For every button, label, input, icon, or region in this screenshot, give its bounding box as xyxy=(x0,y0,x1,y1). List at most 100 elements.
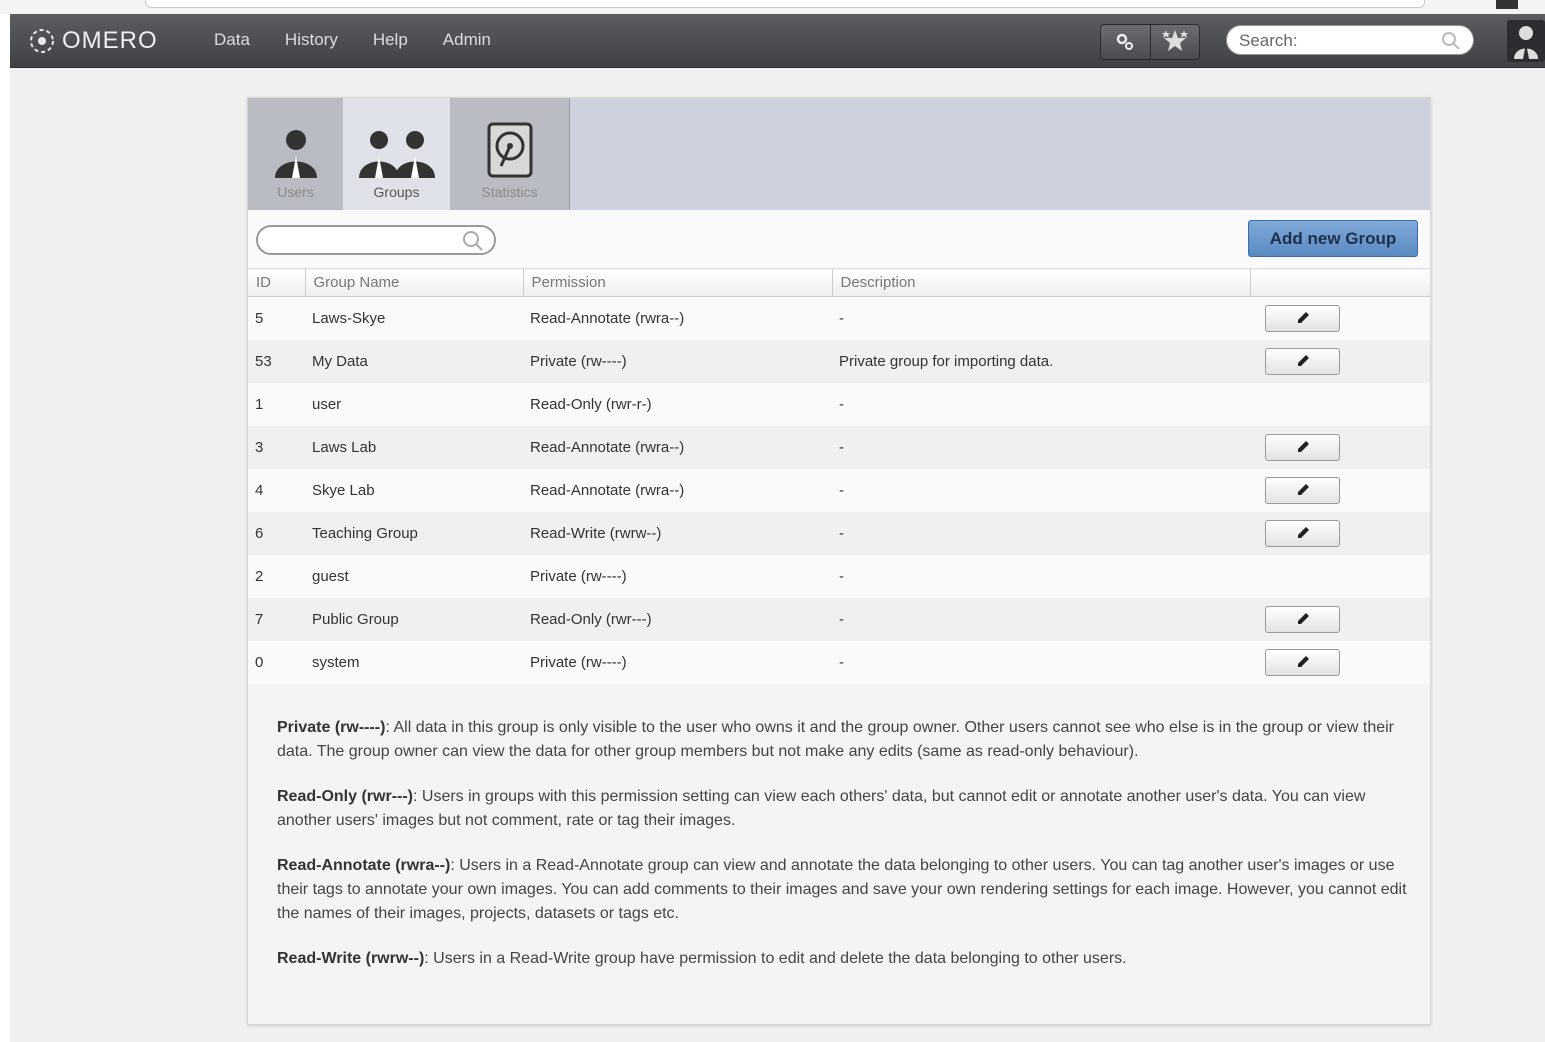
table-row[interactable]: 5 Laws-Skye Read-Annotate (rwra--) - xyxy=(248,296,1430,340)
nav-help[interactable]: Help xyxy=(373,30,408,50)
edit-group-button[interactable] xyxy=(1265,347,1340,375)
group-filter-input[interactable] xyxy=(268,230,462,252)
tab-groups-label: Groups xyxy=(373,184,420,200)
edit-group-button[interactable] xyxy=(1265,476,1340,504)
header-tools xyxy=(1100,24,1200,60)
scripts-button[interactable] xyxy=(1101,25,1151,59)
table-row[interactable]: 53 My Data Private (rw----) Private group f… xyxy=(248,339,1430,383)
cell-actions xyxy=(1250,640,1430,684)
cell-group-name: My Data xyxy=(305,339,523,383)
table-row[interactable]: 6 Teaching Group Read-Write (rwrw--) - xyxy=(248,511,1430,555)
legend-term: Read-Annotate (rwra--) xyxy=(277,857,451,874)
cell-group-name: Public Group xyxy=(305,597,523,641)
cell-permission: Read-Only (rwr-r-) xyxy=(523,382,832,426)
table-row[interactable]: 2 guest Private (rw----) - xyxy=(248,554,1430,598)
add-new-group-button[interactable]: Add new Group xyxy=(1248,220,1418,257)
cell-description: - xyxy=(832,597,1250,641)
user-icon xyxy=(274,130,317,178)
table-row[interactable]: 0 system Private (rw----) - xyxy=(248,640,1430,684)
cell-description: Private group for importing data. xyxy=(832,339,1250,383)
cell-permission: Private (rw----) xyxy=(523,554,832,598)
user-avatar[interactable] xyxy=(1507,20,1545,62)
omero-logo[interactable]: OMERO xyxy=(28,26,158,56)
cell-permission: Read-Annotate (rwra--) xyxy=(523,296,832,340)
cell-group-name: user xyxy=(305,382,523,426)
cell-actions xyxy=(1250,554,1430,598)
cell-actions xyxy=(1250,597,1430,641)
tab-users-label: Users xyxy=(277,184,314,200)
cell-description: - xyxy=(832,296,1250,340)
edit-group-button[interactable] xyxy=(1265,648,1340,676)
hard-drive-icon xyxy=(487,122,532,178)
cell-permission: Private (rw----) xyxy=(523,339,832,383)
column-group-name[interactable]: Group Name xyxy=(305,268,524,297)
cell-group-name: Skye Lab xyxy=(305,468,523,512)
cell-group-name: Laws-Skye xyxy=(305,296,523,340)
tab-groups[interactable]: Groups xyxy=(343,98,450,210)
cell-permission: Private (rw----) xyxy=(523,640,832,684)
cell-id: 7 xyxy=(248,597,305,641)
browser-bar xyxy=(145,0,1425,8)
omero-logo-icon xyxy=(30,29,54,53)
admin-tabs: Users Groups Statistics xyxy=(248,98,570,210)
cell-permission: Read-Annotate (rwra--) xyxy=(523,468,832,512)
legend-text: : All data in this group is only visible… xyxy=(277,719,1395,760)
search-icon[interactable] xyxy=(1441,31,1461,56)
column-id[interactable]: ID xyxy=(248,268,306,297)
cell-actions xyxy=(1250,468,1430,512)
cell-group-name: Teaching Group xyxy=(305,511,523,555)
cell-id: 53 xyxy=(248,339,305,383)
browser-tab xyxy=(1496,0,1518,9)
global-search xyxy=(1226,25,1474,55)
pencil-icon xyxy=(1297,355,1309,366)
legend-term: Private (rw----) xyxy=(277,719,386,736)
group-filter xyxy=(256,225,496,255)
app-name: OMERO xyxy=(62,27,158,54)
pencil-icon xyxy=(1297,484,1309,495)
pencil-icon xyxy=(1297,527,1309,538)
edit-group-button[interactable] xyxy=(1265,304,1340,332)
nav-admin[interactable]: Admin xyxy=(443,30,491,50)
edit-group-button[interactable] xyxy=(1265,605,1340,633)
table-row[interactable]: 7 Public Group Read-Only (rwr---) - xyxy=(248,597,1430,641)
edit-group-button[interactable] xyxy=(1265,433,1340,461)
main-nav: Data History Help Admin xyxy=(214,30,526,50)
nav-data[interactable]: Data xyxy=(214,30,250,50)
table-row[interactable]: 3 Laws Lab Read-Annotate (rwra--) - xyxy=(248,425,1430,469)
cell-actions xyxy=(1250,339,1430,383)
table-header-row: ID Group Name Permission Description xyxy=(248,268,1430,297)
column-permission[interactable]: Permission xyxy=(523,268,833,297)
nav-history[interactable]: History xyxy=(285,30,338,50)
pencil-icon xyxy=(1297,441,1309,452)
panel-header: Users Groups Statistics xyxy=(248,98,1430,210)
tab-statistics[interactable]: Statistics xyxy=(450,98,570,210)
tab-users[interactable]: Users xyxy=(248,98,343,210)
cell-description: - xyxy=(832,554,1250,598)
browser-top-strip xyxy=(0,0,1545,14)
cell-id: 6 xyxy=(248,511,305,555)
activities-button[interactable] xyxy=(1151,25,1200,59)
edit-group-button[interactable] xyxy=(1265,519,1340,547)
legend-term: Read-Write (rwrw--) xyxy=(277,950,425,967)
legend-read-annotate: Read-Annotate (rwra--): Users in a Read-… xyxy=(277,854,1407,926)
table-row[interactable]: 4 Skye Lab Read-Annotate (rwra--) - xyxy=(248,468,1430,512)
legend-private: Private (rw----): All data in this group… xyxy=(277,716,1407,764)
legend-text: : Users in a Read-Write group have permi… xyxy=(424,950,1127,967)
top-header: OMERO Data History Help Admin xyxy=(10,14,1545,68)
cell-id: 5 xyxy=(248,296,305,340)
legend-read-write: Read-Write (rwrw--): Users in a Read-Wri… xyxy=(277,947,1407,971)
cell-actions xyxy=(1250,511,1430,555)
legend-text: : Users in groups with this permission s… xyxy=(277,788,1366,829)
column-description[interactable]: Description xyxy=(832,268,1251,297)
tab-statistics-label: Statistics xyxy=(481,184,538,200)
window-edge xyxy=(0,0,10,1042)
search-input[interactable] xyxy=(1237,30,1441,52)
legend-read-only: Read-Only (rwr---): Users in groups with… xyxy=(277,785,1407,833)
legend-term: Read-Only (rwr---) xyxy=(277,788,413,805)
pencil-icon xyxy=(1297,312,1309,324)
cell-id: 0 xyxy=(248,640,305,684)
search-icon[interactable] xyxy=(462,230,484,257)
cell-id: 3 xyxy=(248,425,305,469)
table-row[interactable]: 1 user Read-Only (rwr-r-) - xyxy=(248,382,1430,426)
cell-description: - xyxy=(832,468,1250,512)
